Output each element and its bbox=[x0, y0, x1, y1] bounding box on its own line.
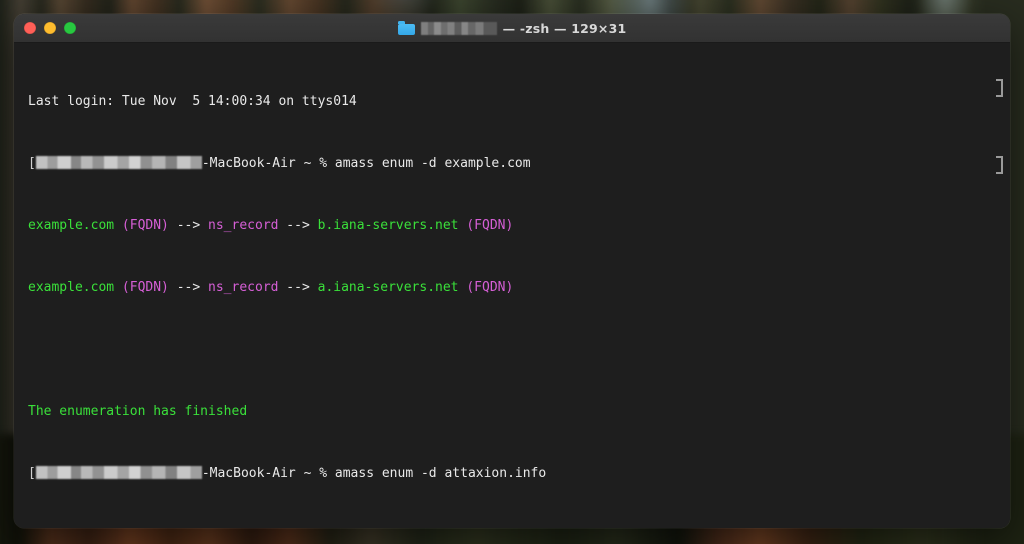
close-window-button[interactable] bbox=[24, 22, 36, 34]
result-target: ns-1614.awsdns-09.co.uk bbox=[333, 528, 513, 529]
redacted-username-1 bbox=[36, 156, 202, 169]
result-source: example.com bbox=[28, 280, 114, 295]
result-arrow: --> bbox=[278, 280, 317, 295]
terminal-viewport[interactable]: Last login: Tue Nov 5 14:00:34 on ttys01… bbox=[14, 43, 1010, 528]
result-arrow: --> bbox=[185, 528, 224, 529]
result-source-tag: (FQDN) bbox=[114, 280, 169, 295]
terminal-output: Last login: Tue Nov 5 14:00:34 on ttys01… bbox=[14, 47, 1010, 528]
enumeration-finished-text: The enumeration has finished bbox=[28, 404, 247, 419]
minimize-window-button[interactable] bbox=[44, 22, 56, 34]
wrap-marker-left: [ bbox=[28, 156, 36, 171]
window-title-text: — -zsh — 129×31 bbox=[503, 21, 627, 36]
result-source-tag: (FQDN) bbox=[114, 218, 169, 233]
result-record-type: ns_record bbox=[208, 218, 278, 233]
line-wrap-marker-2 bbox=[996, 156, 1003, 174]
result-row: attaxion.info (FQDN) --> ns_record --> n… bbox=[28, 528, 1010, 529]
result-arrow: --> bbox=[294, 528, 333, 529]
host-prompt-2: -MacBook-Air ~ % bbox=[202, 466, 335, 481]
redacted-username-2 bbox=[36, 466, 202, 479]
result-arrow: --> bbox=[169, 280, 208, 295]
prompt-line-1: [ -MacBook-Air ~ % amass enum -d example.… bbox=[28, 156, 1010, 172]
wrap-marker-left: [ bbox=[28, 466, 36, 481]
result-target: b.iana-servers.net bbox=[318, 218, 459, 233]
window-titlebar[interactable]: — -zsh — 129×31 bbox=[14, 14, 1010, 43]
result-target-tag: (FQDN) bbox=[459, 280, 514, 295]
result-record-type: ns_record bbox=[224, 528, 294, 529]
folder-icon bbox=[398, 21, 415, 35]
redacted-directory-name bbox=[421, 22, 497, 35]
maximize-window-button[interactable] bbox=[64, 22, 76, 34]
result-target-tag: (FQDN) bbox=[513, 528, 568, 529]
command-1: amass enum -d example.com bbox=[335, 156, 531, 171]
host-prompt-1: -MacBook-Air ~ % bbox=[202, 156, 335, 171]
result-target-tag: (FQDN) bbox=[459, 218, 514, 233]
result-row: example.com (FQDN) --> ns_record --> a.i… bbox=[28, 280, 1010, 296]
result-arrow: --> bbox=[278, 218, 317, 233]
window-title: — -zsh — 129×31 bbox=[14, 21, 1010, 36]
last-login-line: Last login: Tue Nov 5 14:00:34 on ttys01… bbox=[28, 94, 1010, 110]
result-source: example.com bbox=[28, 218, 114, 233]
blank-line bbox=[28, 342, 1010, 358]
command-2: amass enum -d attaxion.info bbox=[335, 466, 546, 481]
result-row: example.com (FQDN) --> ns_record --> b.i… bbox=[28, 218, 1010, 234]
enumeration-finished-1: The enumeration has finished bbox=[28, 404, 1010, 420]
result-record-type: ns_record bbox=[208, 280, 278, 295]
traffic-light-buttons[interactable] bbox=[14, 22, 76, 34]
result-arrow: --> bbox=[169, 218, 208, 233]
line-wrap-marker-1 bbox=[996, 79, 1003, 97]
result-target: a.iana-servers.net bbox=[318, 280, 459, 295]
terminal-window[interactable]: — -zsh — 129×31 Last login: Tue Nov 5 14… bbox=[14, 14, 1010, 528]
prompt-line-2: [ -MacBook-Air ~ % amass enum -d attaxion… bbox=[28, 466, 1010, 482]
last-login-text: Last login: Tue Nov 5 14:00:34 on ttys01… bbox=[28, 94, 357, 109]
result-source: attaxion.info bbox=[28, 528, 130, 529]
result-source-tag: (FQDN) bbox=[130, 528, 185, 529]
